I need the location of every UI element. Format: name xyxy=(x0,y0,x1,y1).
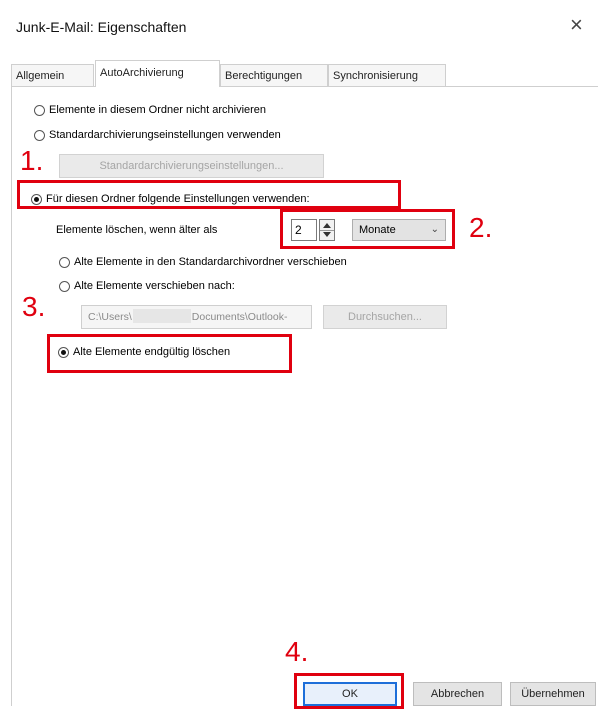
radio-no-archive-label: Elemente in diesem Ordner nicht archivie… xyxy=(49,104,267,116)
radio-circle-icon xyxy=(34,129,45,141)
window-title: Junk-E-Mail: Eigenschaften xyxy=(16,19,187,35)
annotation-box-1 xyxy=(17,180,401,209)
annotation-number-4: 4. xyxy=(285,636,309,667)
delete-older-label: Elemente löschen, wenn älter als xyxy=(56,224,218,236)
apply-button[interactable]: Übernehmen xyxy=(510,682,596,706)
radio-move-default[interactable]: Alte Elemente in den Standardarchivordne… xyxy=(59,254,347,270)
radio-move-default-label: Alte Elemente in den Standardarchivordne… xyxy=(74,256,347,268)
archive-path-suffix: Documents\Outlook- xyxy=(191,311,288,323)
cancel-button[interactable]: Abbrechen xyxy=(413,682,502,706)
archive-path-input[interactable]: C:\Users\ Documents\Outlook- xyxy=(81,305,312,329)
radio-default-settings[interactable]: Standardarchivierungseinstellungen verwe… xyxy=(34,127,281,143)
radio-no-archive[interactable]: Elemente in diesem Ordner nicht archivie… xyxy=(34,102,266,118)
radio-circle-icon xyxy=(59,256,70,268)
tab-synchronisierung[interactable]: Synchronisierung xyxy=(328,64,446,86)
annotation-box-3 xyxy=(47,334,292,373)
radio-move-to-label: Alte Elemente verschieben nach: xyxy=(74,280,235,292)
tab-panel xyxy=(11,86,598,706)
annotation-number-1: 1. xyxy=(20,145,44,176)
close-icon[interactable]: × xyxy=(570,14,583,36)
radio-circle-icon xyxy=(34,104,45,116)
tab-autoarchivierung[interactable]: AutoArchivierung xyxy=(95,60,220,87)
tab-berechtigungen[interactable]: Berechtigungen xyxy=(220,64,328,86)
annotation-box-2 xyxy=(280,209,455,249)
default-settings-button[interactable]: Standardarchivierungseinstellungen... xyxy=(59,154,324,178)
radio-move-to[interactable]: Alte Elemente verschieben nach: xyxy=(59,278,235,294)
browse-button[interactable]: Durchsuchen... xyxy=(323,305,447,329)
annotation-number-2: 2. xyxy=(469,212,493,243)
tab-allgemein[interactable]: Allgemein xyxy=(11,64,94,86)
archive-path-prefix: C:\Users\ xyxy=(88,311,132,323)
annotation-box-4 xyxy=(294,673,404,709)
redaction-mask xyxy=(132,309,191,323)
annotation-number-3: 3. xyxy=(22,291,46,322)
radio-default-settings-label: Standardarchivierungseinstellungen verwe… xyxy=(49,129,281,141)
radio-circle-icon xyxy=(59,280,70,292)
